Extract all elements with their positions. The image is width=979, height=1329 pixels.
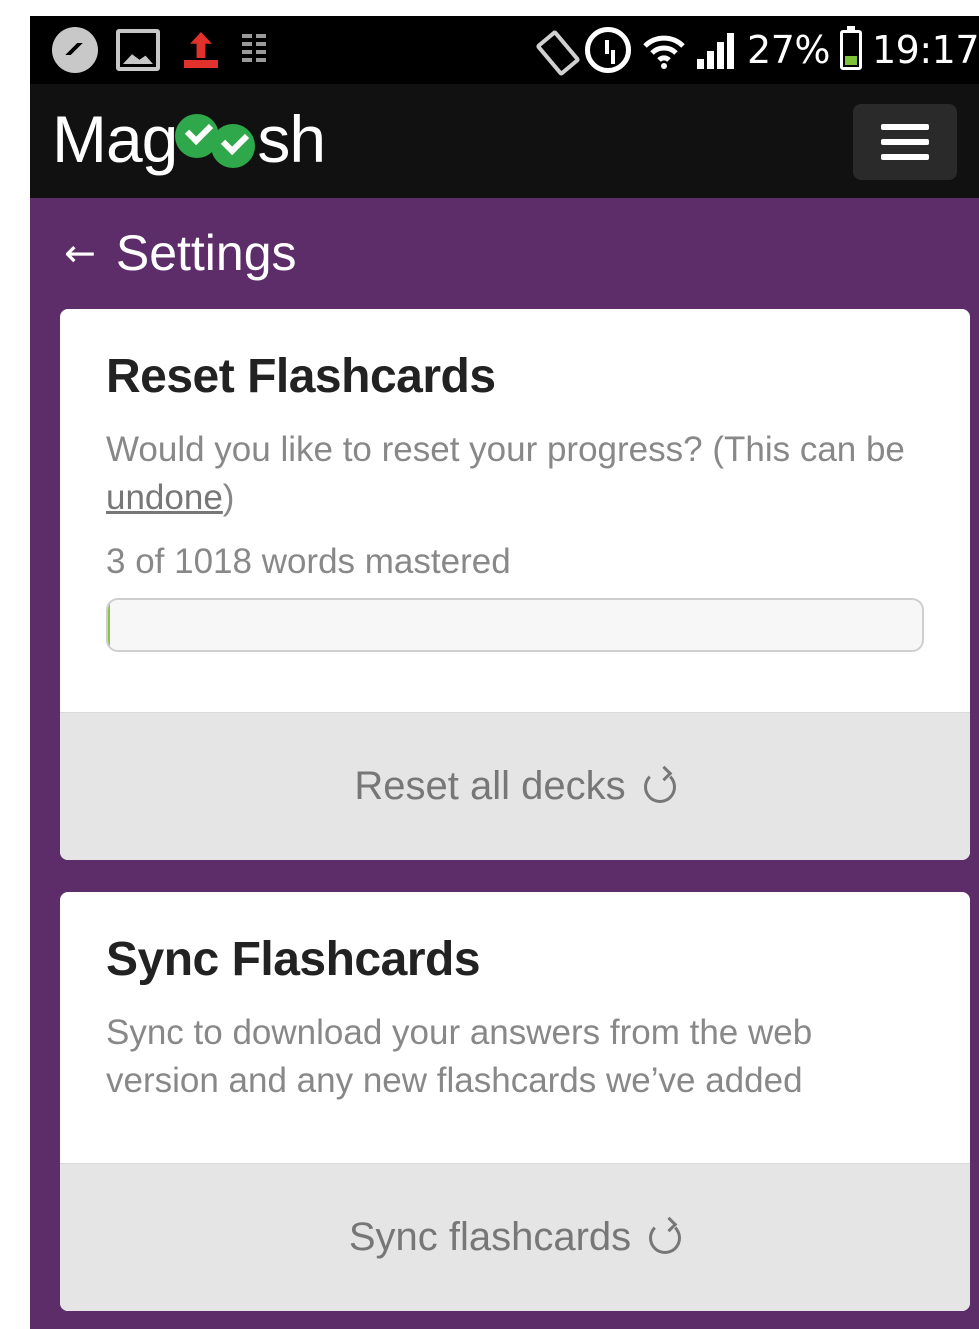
reset-flashcards-card: Reset Flashcards Would you like to reset… [60, 309, 970, 860]
status-bar: 27% 19:17 [30, 16, 979, 84]
logo-text-prefix: Mag [52, 102, 178, 176]
sync-flashcards-label: Sync flashcards [348, 1215, 632, 1259]
page-header: ← Settings [64, 224, 297, 282]
magoosh-logo[interactable]: Mag sh [52, 94, 326, 184]
messenger-icon [52, 27, 98, 73]
undone-link[interactable]: undone [106, 478, 223, 517]
logo-text-suffix: sh [257, 102, 326, 176]
reset-card-description: Would you like to reset your progress? (… [106, 426, 924, 522]
menu-line [881, 139, 929, 145]
alarm-icon [585, 27, 632, 73]
mastery-progress-bar [106, 598, 924, 652]
reset-all-decks-label: Reset all decks [354, 764, 626, 808]
reset-card-title: Reset Flashcards [106, 350, 496, 403]
menu-line [881, 124, 929, 130]
hamburger-menu-button[interactable] [853, 104, 957, 180]
refresh-icon [643, 770, 676, 803]
words-mastered-text: 3 of 1018 words mastered [106, 542, 511, 581]
system-icons: 27% 19:17 [533, 26, 979, 74]
wifi-icon [643, 35, 685, 69]
page-title: Settings [115, 225, 297, 281]
reset-description-start: Would you like to reset your progress? (… [106, 430, 905, 469]
phone-screen: 27% 19:17 Mag sh ← Settings Reset Flashc… [30, 16, 979, 1329]
sync-flashcards-button[interactable]: Sync flashcards [60, 1163, 970, 1311]
vibrate-icon [533, 29, 575, 71]
reset-description-end: ) [222, 478, 235, 517]
battery-icon [839, 26, 862, 70]
sync-card-description: Sync to download your answers from the w… [106, 1013, 813, 1100]
sync-flashcards-card: Sync Flashcards Sync to download your an… [60, 892, 970, 1311]
sync-card-title: Sync Flashcards [106, 933, 481, 986]
refresh-icon [649, 1221, 682, 1254]
logo-checkmarks-icon [175, 104, 259, 174]
reset-all-decks-button[interactable]: Reset all decks [60, 712, 970, 860]
signal-icon [697, 31, 737, 69]
download-icon [238, 30, 270, 70]
gallery-icon [116, 29, 160, 71]
mastery-progress-fill [108, 600, 111, 650]
battery-percent: 27% [747, 28, 830, 72]
menu-line [881, 154, 929, 160]
upload-icon [178, 30, 220, 70]
clock: 19:17 [871, 28, 979, 72]
app-bar: Mag sh [30, 84, 979, 198]
notification-icons [52, 26, 270, 74]
back-arrow-icon[interactable]: ← [64, 231, 96, 275]
